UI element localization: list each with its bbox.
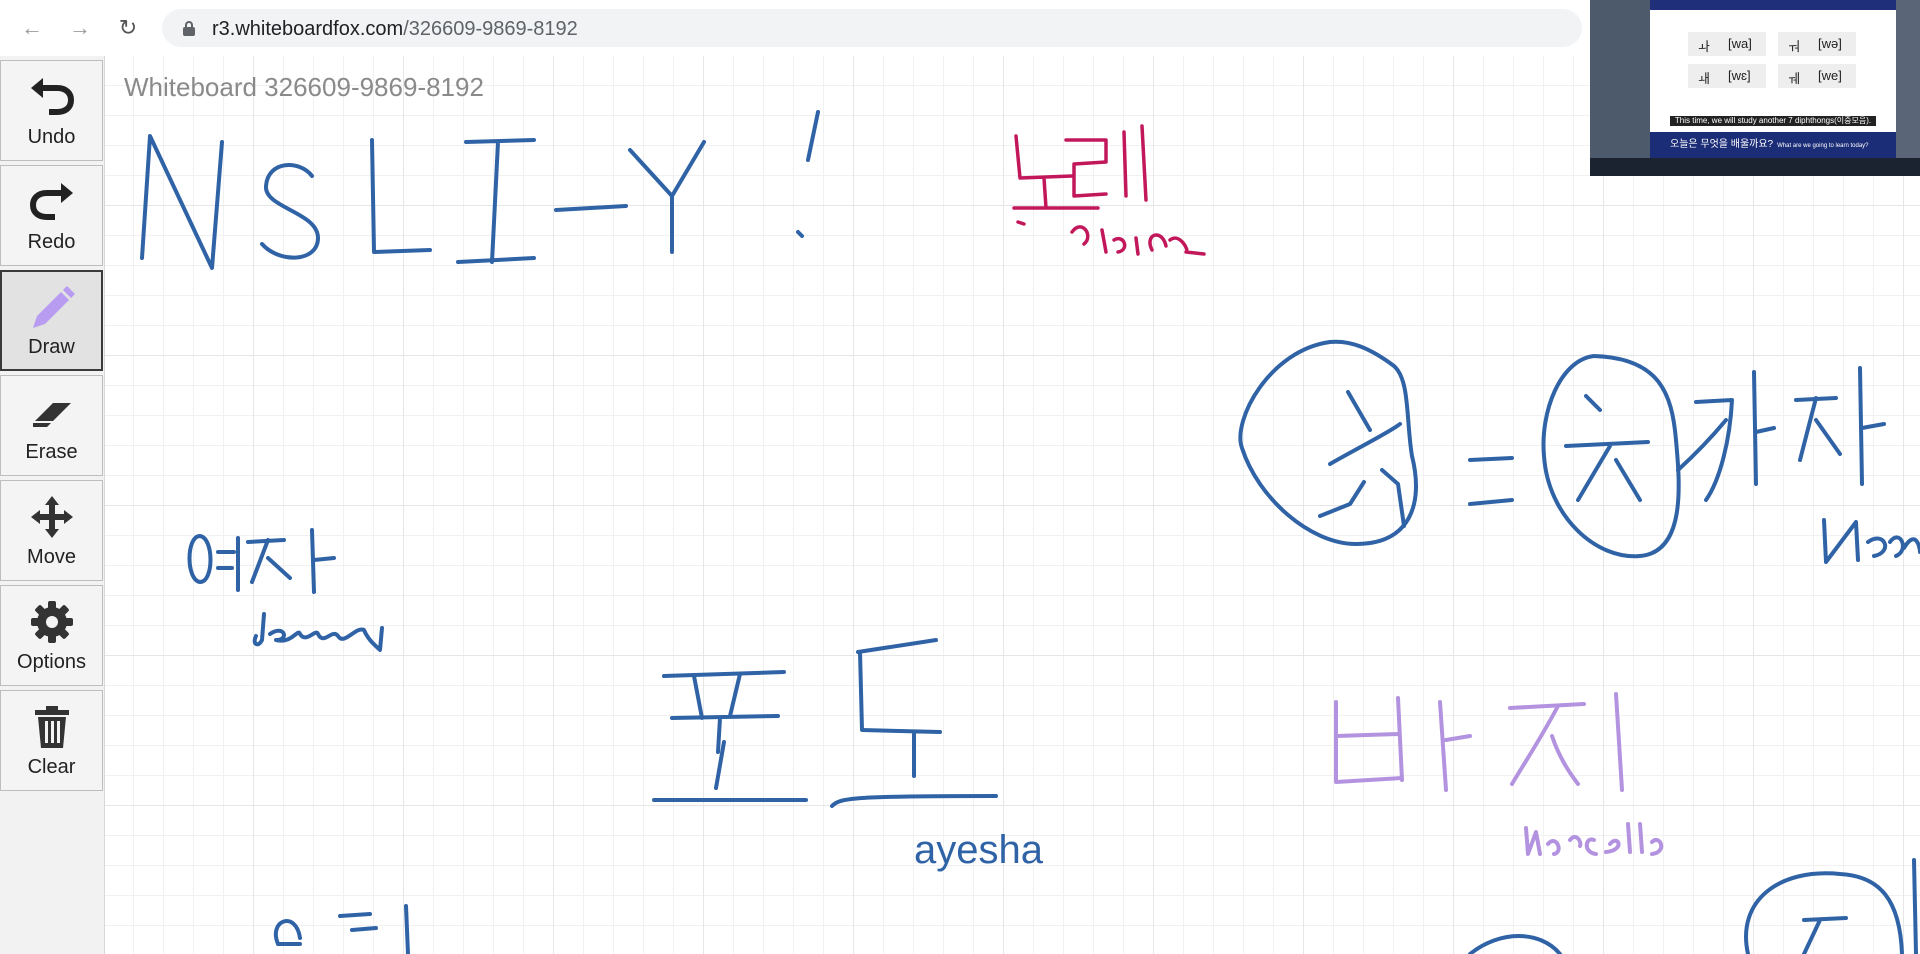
draw-label: Draw xyxy=(28,336,75,358)
phonetic-text: [wə] xyxy=(1818,36,1842,51)
stroke-yeoja xyxy=(187,534,240,592)
hangul-char: ㅝ xyxy=(1788,39,1800,54)
clear-label: Clear xyxy=(27,756,76,778)
diphthong-cell: ㅝ [wə] xyxy=(1778,32,1856,56)
move-button[interactable]: Move xyxy=(0,480,103,581)
options-label: Options xyxy=(17,651,86,673)
pencil-icon xyxy=(32,286,75,328)
erase-button[interactable]: Erase xyxy=(0,375,103,476)
clear-button[interactable]: Clear xyxy=(0,690,103,791)
video-side-pane xyxy=(1590,0,1650,158)
hangul-char: ㅞ xyxy=(1788,71,1800,86)
video-side-pane-right xyxy=(1896,0,1920,158)
shared-slide: ㅘ [wa] ㅝ [wə] ㅙ [wɛ] ㅞ [we] This time, w… xyxy=(1650,0,1896,158)
undo-button[interactable]: Undo xyxy=(0,60,103,161)
phonetic-text: [we] xyxy=(1818,68,1842,83)
slide-caption: This time, we will study another 7 dipht… xyxy=(1670,116,1876,126)
video-overlay[interactable]: ㅘ [wa] ㅝ [wə] ㅙ [wɛ] ㅞ [we] This time, w… xyxy=(1590,0,1920,176)
board-title: Whiteboard 326609-9869-8192 xyxy=(124,72,484,102)
hangul-char: ㅘ xyxy=(1698,39,1710,54)
stroke-baji xyxy=(1334,696,1472,792)
redo-icon xyxy=(29,183,73,220)
typed-name-label: ayesha xyxy=(914,828,1043,872)
tool-sidebar: Undo Redo Draw Erase Move Options Clear xyxy=(0,56,105,954)
stroke-norae xyxy=(1012,124,1148,210)
slide-footer: 오늘은 무엇을 배울까요? What are we going to learn … xyxy=(1650,132,1896,158)
draw-button[interactable]: Draw xyxy=(0,270,103,371)
eraser-icon xyxy=(32,403,71,427)
slide-footer-subtitle: What are we going to learn today? xyxy=(1777,143,1869,149)
hangul-char: ㅙ xyxy=(1698,71,1710,86)
diphthong-cell: ㅞ [we] xyxy=(1778,64,1856,88)
slide-header-bar xyxy=(1650,0,1896,10)
slide-footer-title: 오늘은 무엇을 배울까요? xyxy=(1670,139,1774,150)
diphthong-cell: ㅙ [wɛ] xyxy=(1688,64,1766,88)
move-label: Move xyxy=(27,546,76,568)
phonetic-text: [wɛ] xyxy=(1728,68,1751,83)
options-button[interactable]: Options xyxy=(0,585,103,686)
redo-label: Redo xyxy=(27,231,76,253)
trash-icon xyxy=(34,706,69,748)
undo-label: Undo xyxy=(27,126,76,148)
stroke-chi-circle-right xyxy=(1541,354,1681,559)
redo-button[interactable]: Redo xyxy=(0,165,103,266)
move-icon xyxy=(30,496,73,538)
phonetic-text: [wa] xyxy=(1728,36,1752,51)
remote-taskbar xyxy=(1590,158,1920,176)
undo-icon xyxy=(30,78,74,115)
gear-icon xyxy=(30,601,73,643)
stroke-nsliy xyxy=(140,134,224,270)
diphthong-cell: ㅘ [wa] xyxy=(1688,32,1766,56)
stroke-podo xyxy=(652,670,808,802)
erase-label: Erase xyxy=(25,441,78,463)
